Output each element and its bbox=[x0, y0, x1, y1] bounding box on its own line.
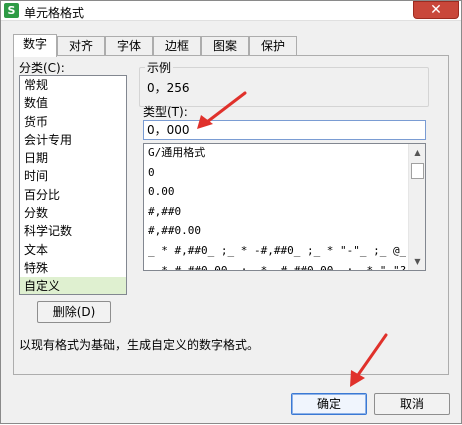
format-code-item[interactable]: G/通用格式 bbox=[144, 144, 406, 164]
category-item[interactable]: 科学记数 bbox=[20, 222, 126, 240]
format-code-item[interactable]: #,##0.00 bbox=[144, 222, 406, 242]
format-cells-dialog: S 单元格格式 ✕ 数字 对齐 字体 边框 图案 保护 分类(C): 常规 数值… bbox=[0, 0, 462, 424]
sample-value: 0，256 bbox=[147, 81, 190, 95]
category-item-custom[interactable]: 自定义 bbox=[20, 277, 126, 294]
delete-button[interactable]: 删除(D) bbox=[37, 301, 111, 323]
format-code-list[interactable]: G/通用格式 0 0.00 #,##0 #,##0.00 _ * #,##0_ … bbox=[143, 143, 426, 271]
dialog-title: 单元格格式 bbox=[24, 6, 85, 20]
category-item[interactable]: 文本 bbox=[20, 241, 126, 259]
category-item[interactable]: 数值 bbox=[20, 94, 126, 112]
tab-alignment[interactable]: 对齐 bbox=[57, 36, 105, 56]
tab-protection[interactable]: 保护 bbox=[249, 36, 297, 56]
scroll-up-icon[interactable]: ▲ bbox=[410, 145, 425, 160]
description-text: 以现有格式为基础，生成自定义的数字格式。 bbox=[19, 338, 260, 352]
format-list-scrollbar[interactable]: ▲ ▼ bbox=[408, 144, 425, 270]
format-code-item[interactable]: 0 bbox=[144, 164, 406, 184]
type-label: 类型(T): bbox=[143, 105, 188, 119]
category-item[interactable]: 特殊 bbox=[20, 259, 126, 277]
wps-app-icon: S bbox=[4, 3, 19, 18]
tab-pattern[interactable]: 图案 bbox=[201, 36, 249, 56]
tab-number[interactable]: 数字 bbox=[13, 34, 57, 57]
format-code-item[interactable]: 0.00 bbox=[144, 183, 406, 203]
tab-font[interactable]: 字体 bbox=[105, 36, 153, 56]
category-item[interactable]: 时间 bbox=[20, 167, 126, 185]
type-input[interactable]: 0，000 bbox=[143, 120, 426, 140]
title-bar: S 单元格格式 ✕ bbox=[1, 1, 461, 21]
close-button[interactable]: ✕ bbox=[413, 1, 459, 19]
scroll-down-icon[interactable]: ▼ bbox=[410, 254, 425, 269]
category-item[interactable]: 分数 bbox=[20, 204, 126, 222]
sample-legend: 示例 bbox=[145, 59, 174, 76]
tab-border[interactable]: 边框 bbox=[153, 36, 201, 56]
format-code-item[interactable]: _ * #,##0.00_ ;_ * -#,##0.00_ ;_ * "-"??… bbox=[144, 262, 406, 270]
category-item[interactable]: 百分比 bbox=[20, 186, 126, 204]
category-item[interactable]: 会计专用 bbox=[20, 131, 126, 149]
category-item[interactable]: 日期 bbox=[20, 149, 126, 167]
format-code-item[interactable]: #,##0 bbox=[144, 203, 406, 223]
format-code-item[interactable]: _ * #,##0_ ;_ * -#,##0_ ;_ * "-"_ ;_ @_ bbox=[144, 242, 406, 262]
cancel-button[interactable]: 取消 bbox=[374, 393, 450, 415]
ok-button[interactable]: 确定 bbox=[291, 393, 367, 415]
category-item[interactable]: 常规 bbox=[20, 76, 126, 94]
category-list[interactable]: 常规 数值 货币 会计专用 日期 时间 百分比 分数 科学记数 文本 特殊 自定… bbox=[19, 75, 127, 295]
category-label: 分类(C): bbox=[19, 61, 65, 75]
scroll-thumb[interactable] bbox=[411, 163, 424, 179]
category-item[interactable]: 货币 bbox=[20, 113, 126, 131]
